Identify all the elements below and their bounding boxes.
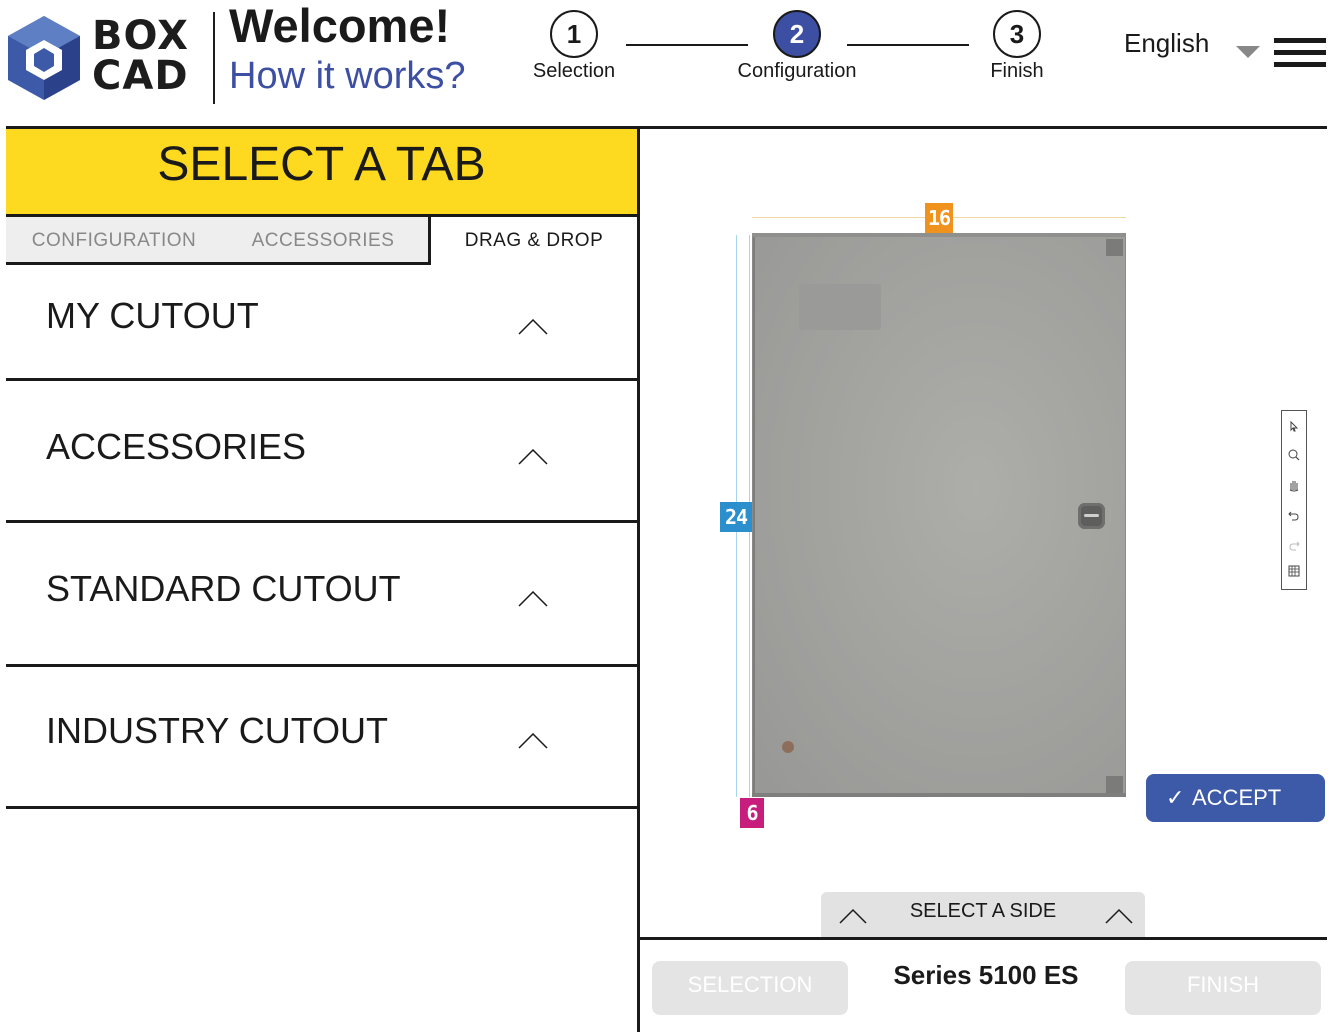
step-number: 2 <box>773 10 821 58</box>
select-side-bar[interactable]: SELECT A SIDE <box>821 892 1145 937</box>
footer-divider <box>640 937 1327 940</box>
logo-divider <box>213 12 215 104</box>
section-my-cutout[interactable]: MY CUTOUT <box>6 265 637 381</box>
chevron-up-icon[interactable] <box>1105 908 1133 924</box>
width-badge: 16 <box>925 203 953 233</box>
accept-label: ACCEPT <box>1192 785 1282 810</box>
step-selection[interactable]: 1 Selection <box>509 10 639 83</box>
series-name: Series 5100 ES <box>893 960 1079 990</box>
hamburger-menu-icon[interactable] <box>1274 38 1326 70</box>
section-title: ACCESSORIES <box>46 426 307 467</box>
boxcad-configurator: BOX CAD Welcome! How it works? 1 Selectio… <box>0 0 1333 1032</box>
door-latch <box>1078 503 1105 529</box>
section-accessories[interactable]: ACCESSORIES <box>6 381 637 523</box>
logo-wordmark: BOX CAD <box>92 13 189 99</box>
pan-icon[interactable] <box>1282 473 1306 497</box>
step-label: Selection <box>532 60 616 82</box>
zoom-icon[interactable] <box>1282 443 1306 467</box>
step-label: Finish <box>990 60 1044 82</box>
accept-button[interactable]: ✓ ACCEPT <box>1146 774 1325 822</box>
door-top-edge <box>752 233 1126 237</box>
tab-accessories[interactable]: ACCESSORIES <box>216 217 430 265</box>
grid-icon[interactable] <box>1282 559 1306 583</box>
step-configuration[interactable]: 2 Configuration <box>732 10 862 83</box>
selection-button[interactable]: SELECTION <box>652 961 848 1015</box>
chevron-up-icon[interactable] <box>518 319 548 335</box>
height-badge: 24 <box>720 502 752 532</box>
sidebar-tabs: CONFIGURATION ACCESSORIES DRAG & DROP <box>6 217 637 265</box>
section-title: INDUSTRY CUTOUT <box>46 710 389 751</box>
viewer-toolbar <box>1281 410 1307 590</box>
select-icon[interactable] <box>1282 415 1306 439</box>
step-number: 3 <box>993 10 1041 58</box>
step-finish[interactable]: 3 Finish <box>952 10 1082 83</box>
redo-icon[interactable] <box>1282 533 1306 557</box>
cube-logo-icon <box>8 16 80 100</box>
step-connector-1 <box>626 44 748 46</box>
section-title: STANDARD CUTOUT <box>46 568 401 609</box>
check-icon: ✓ <box>1166 785 1185 810</box>
label-plate <box>799 284 881 330</box>
hinge-corner-bottom <box>1106 776 1123 793</box>
step-number: 1 <box>550 10 598 58</box>
step-connector-2 <box>847 44 969 46</box>
chevron-up-icon[interactable] <box>518 449 548 465</box>
step-label: Configuration <box>737 60 857 82</box>
ground-stud <box>782 741 794 753</box>
chevron-down-icon[interactable] <box>1236 46 1260 58</box>
tab-drag-drop[interactable]: DRAG & DROP <box>428 217 637 265</box>
boxcad-logo[interactable]: BOX CAD <box>6 14 206 104</box>
section-standard-cutout[interactable]: STANDARD CUTOUT <box>6 523 637 667</box>
depth-badge: 6 <box>740 798 764 828</box>
hinge-corner-top <box>1106 239 1123 256</box>
select-tab-banner: SELECT A TAB <box>6 129 637 217</box>
section-title: MY CUTOUT <box>46 295 259 336</box>
chevron-up-icon[interactable] <box>518 733 548 749</box>
door-bottom-edge <box>752 793 1126 797</box>
select-side-label: SELECT A SIDE <box>909 900 1057 922</box>
finish-button[interactable]: FINISH <box>1125 961 1321 1015</box>
language-select[interactable]: English <box>1124 28 1209 59</box>
undo-icon[interactable] <box>1282 503 1306 527</box>
welcome-heading: Welcome! <box>229 0 451 52</box>
tab-configuration[interactable]: CONFIGURATION <box>6 217 222 265</box>
how-it-works-link[interactable]: How it works? <box>229 54 466 98</box>
chevron-up-icon[interactable] <box>518 591 548 607</box>
section-industry-cutout[interactable]: INDUSTRY CUTOUT <box>6 667 637 809</box>
